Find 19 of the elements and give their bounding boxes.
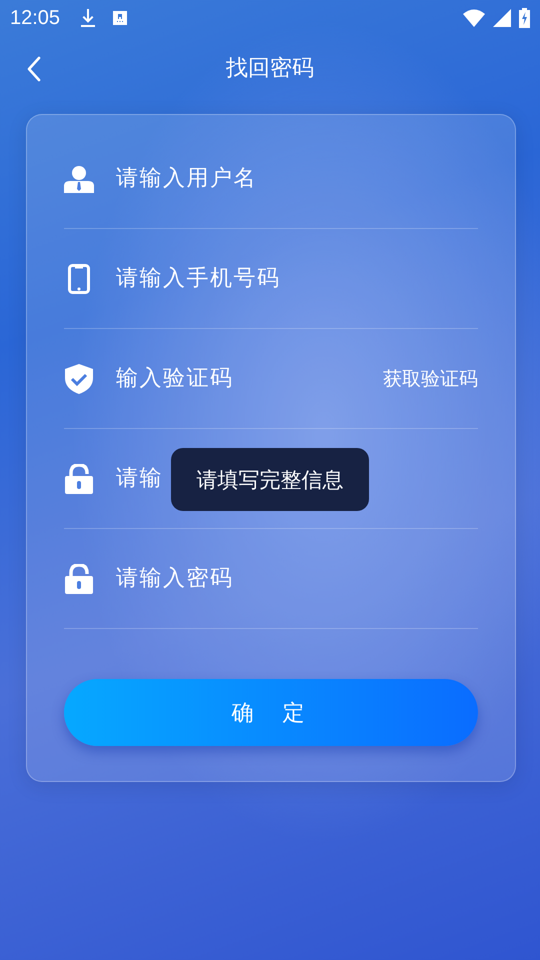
status-time: 12:05 [10,6,60,30]
lock-icon [64,464,94,494]
wifi-icon [463,9,485,27]
signal-icon [493,9,511,27]
download-icon [80,8,96,28]
confirm-button[interactable]: 确定 [64,679,478,746]
battery-icon [519,8,530,28]
input-field[interactable]: 请输入用户名 [116,166,478,191]
shield-check-icon [64,364,94,394]
message-toast: 请填写完整信息 [171,448,369,511]
get-code-button[interactable]: 获取验证码 [383,366,478,392]
back-icon[interactable] [26,56,42,82]
page-title: 找回密码 [226,55,314,83]
user-icon [64,164,94,192]
lock-icon [64,564,94,594]
keyboard-icon [112,10,128,26]
input-field[interactable]: 请输入手机号码 [116,266,478,291]
input-field[interactable]: 请输入密码 [116,566,478,591]
input-field[interactable]: 输入验证码 [116,366,383,391]
